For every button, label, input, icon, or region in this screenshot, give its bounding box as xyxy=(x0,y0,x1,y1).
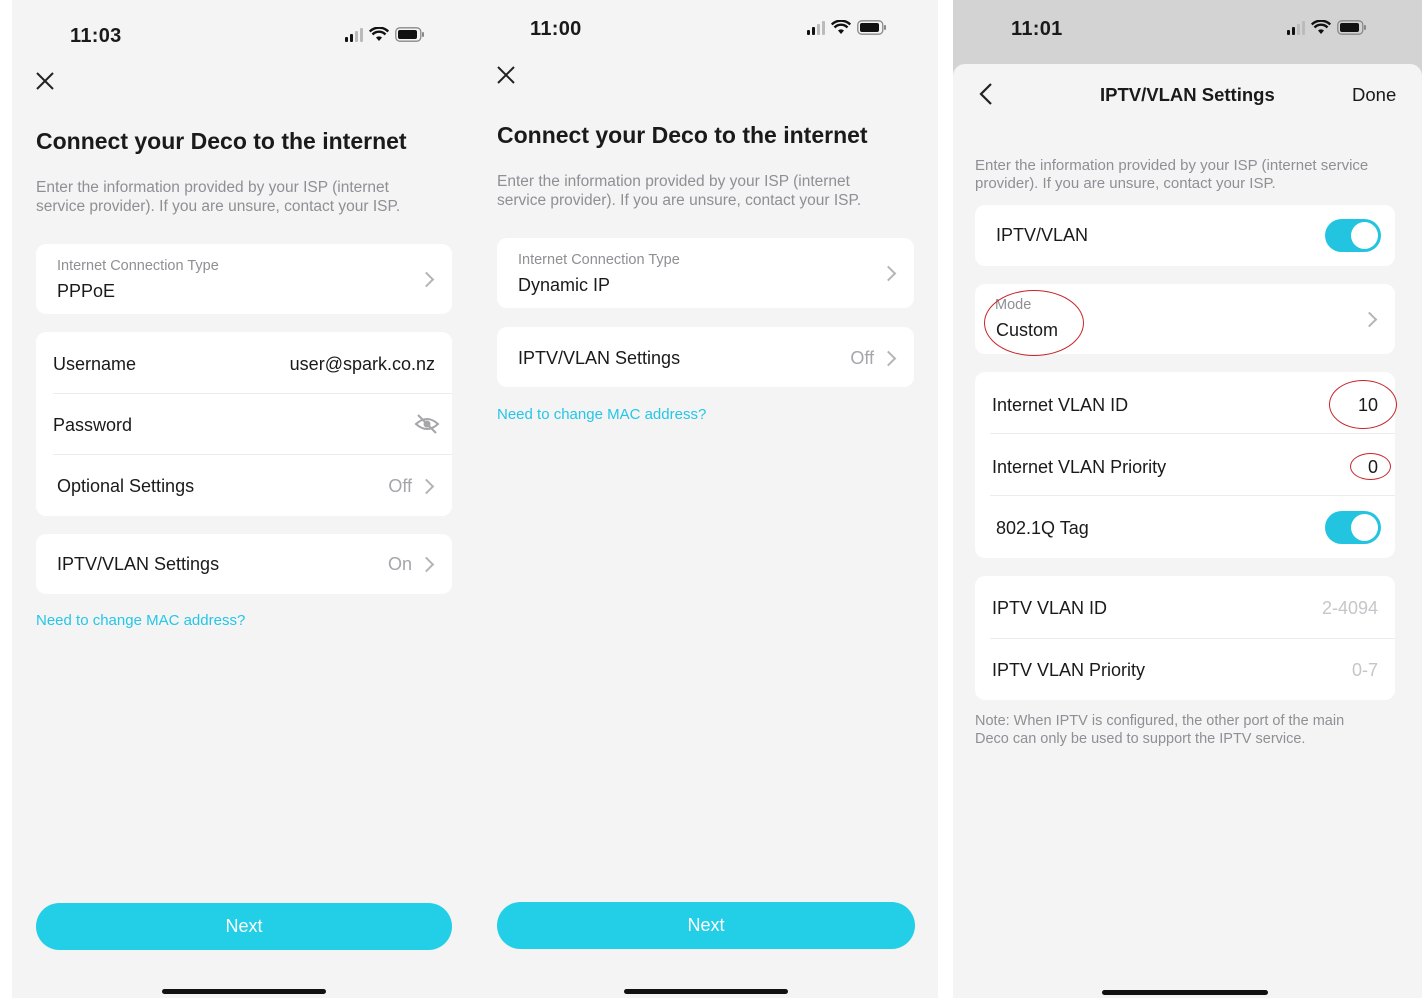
next-button[interactable]: Next xyxy=(36,903,452,950)
tag-toggle[interactable] xyxy=(1325,511,1381,544)
chevron-right-icon xyxy=(418,478,435,495)
iptv-vlan-label: IPTV/VLAN xyxy=(996,225,1089,245)
toggle-knob xyxy=(1351,222,1378,249)
page-description: Enter the information provided by your I… xyxy=(975,157,1369,192)
connection-type-value: Dynamic IP xyxy=(518,275,611,295)
divider xyxy=(53,454,452,455)
credentials-card: Username user@spark.co.nz Password Optio… xyxy=(36,332,452,516)
password-label: Password xyxy=(53,415,133,435)
tag-label: 802.1Q Tag xyxy=(996,518,1089,538)
home-indicator xyxy=(162,989,326,994)
change-mac-link[interactable]: Need to change MAC address? xyxy=(497,406,706,423)
battery-icon xyxy=(395,27,424,42)
connection-type-row[interactable]: Internet Connection Type PPPoE xyxy=(36,244,452,314)
iptv-vlan-card: IPTV VLAN ID 2-4094 IPTV VLAN Priority 0… xyxy=(975,576,1395,700)
iptv-vlan-settings-row[interactable]: IPTV/VLAN Settings Off xyxy=(497,327,914,387)
status-time: 11:03 xyxy=(70,25,122,47)
status-icons xyxy=(807,20,887,35)
back-icon[interactable] xyxy=(979,82,993,106)
iptv-vlan-id-field[interactable]: 2-4094 xyxy=(1322,598,1378,619)
iptv-vlan-priority-field[interactable]: 0-7 xyxy=(1352,660,1378,681)
status-time: 11:00 xyxy=(530,18,582,40)
nav-title: IPTV/VLAN Settings xyxy=(1100,84,1275,105)
status-time: 11:01 xyxy=(1011,18,1063,40)
chevron-right-icon xyxy=(418,271,435,288)
iptv-vlan-settings-row[interactable]: IPTV/VLAN Settings On xyxy=(36,534,452,594)
iptv-vlan-priority-label: IPTV VLAN Priority xyxy=(992,660,1146,680)
change-mac-link[interactable]: Need to change MAC address? xyxy=(36,612,245,629)
connection-type-label: Internet Connection Type xyxy=(57,258,219,274)
annotation-circle xyxy=(1350,453,1391,480)
iptv-vlan-settings-label: IPTV/VLAN Settings xyxy=(57,554,220,574)
eye-hidden-icon[interactable] xyxy=(414,413,440,435)
chevron-right-icon xyxy=(880,265,897,282)
annotation-circle xyxy=(1329,380,1397,429)
connection-type-row[interactable]: Internet Connection Type Dynamic IP xyxy=(497,238,914,308)
page-description: Enter the information provided by your I… xyxy=(36,179,401,215)
page-title: Connect your Deco to the internet xyxy=(497,122,868,148)
done-button[interactable]: Done xyxy=(1352,84,1396,106)
signal-icon xyxy=(1287,20,1305,35)
page-title: Connect your Deco to the internet xyxy=(36,128,407,154)
chevron-right-icon xyxy=(1361,311,1378,328)
wifi-icon xyxy=(369,27,389,41)
internet-vlan-id-label: Internet VLAN ID xyxy=(992,395,1129,415)
phone-screen-iptv-vlan: 11:01 IPTV/VLAN Settings Done Enter the … xyxy=(953,0,1422,998)
wifi-icon xyxy=(831,20,851,34)
iptv-vlan-sheet: IPTV/VLAN Settings Done Enter the inform… xyxy=(953,64,1422,998)
signal-icon xyxy=(807,20,825,35)
internet-vlan-card: Internet VLAN ID 10 Internet VLAN Priori… xyxy=(975,372,1397,558)
phone-screen-dynamic-ip: 11:00 Connect your Deco to the internet … xyxy=(474,0,938,998)
home-indicator xyxy=(624,989,788,994)
divider xyxy=(990,433,1395,434)
optional-settings-value: Off xyxy=(388,476,412,496)
status-icons xyxy=(1287,20,1367,35)
connection-type-value: PPPoE xyxy=(57,281,116,301)
home-indicator xyxy=(1102,990,1268,995)
username-label: Username xyxy=(53,354,137,374)
connection-type-label: Internet Connection Type xyxy=(518,252,680,268)
iptv-vlan-toggle[interactable] xyxy=(1325,219,1381,252)
iptv-vlan-row: IPTV/VLAN xyxy=(975,205,1395,266)
phone-screen-pppoe: 11:03 Connect your Deco to the internet … xyxy=(12,0,476,998)
divider xyxy=(990,638,1395,639)
status-icons xyxy=(345,27,425,42)
iptv-vlan-settings-label: IPTV/VLAN Settings xyxy=(518,348,681,368)
mode-row[interactable]: Mode Custom xyxy=(975,284,1395,356)
battery-icon xyxy=(857,20,886,35)
toggle-knob xyxy=(1351,514,1378,541)
username-field[interactable]: user@spark.co.nz xyxy=(290,354,435,375)
divider xyxy=(53,393,452,394)
iptv-note: Note: When IPTV is configured, the other… xyxy=(975,713,1345,747)
optional-settings-label[interactable]: Optional Settings xyxy=(57,476,194,497)
annotation-circle xyxy=(984,290,1084,356)
close-icon[interactable] xyxy=(35,71,55,91)
internet-vlan-priority-label: Internet VLAN Priority xyxy=(992,457,1167,477)
chevron-right-icon xyxy=(418,556,435,573)
iptv-vlan-id-label: IPTV VLAN ID xyxy=(992,598,1108,618)
page-description: Enter the information provided by your I… xyxy=(497,173,862,209)
divider xyxy=(990,495,1395,496)
iptv-vlan-settings-value: On xyxy=(387,554,412,574)
wifi-icon xyxy=(1311,20,1331,34)
next-button[interactable]: Next xyxy=(497,902,915,949)
close-icon[interactable] xyxy=(496,65,516,85)
iptv-vlan-settings-value: Off xyxy=(850,348,874,368)
signal-icon xyxy=(345,27,363,42)
battery-icon xyxy=(1337,20,1366,35)
chevron-right-icon xyxy=(880,350,897,367)
